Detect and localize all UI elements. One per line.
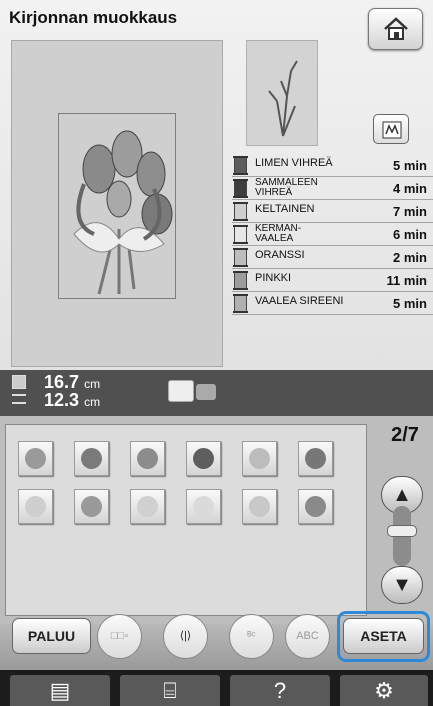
set-button[interactable]: ASETA: [343, 618, 424, 654]
thread-row: ORANSSI 2 min: [232, 246, 433, 269]
vase-pattern-icon: [305, 448, 326, 469]
pattern-cell[interactable]: [298, 441, 333, 476]
back-button[interactable]: PALUU: [12, 618, 91, 654]
pattern-cell[interactable]: [242, 441, 277, 476]
spool-icon: [233, 294, 248, 313]
spool-icon: [233, 225, 248, 244]
star-pattern-icon: [193, 496, 214, 517]
spool-icon: [233, 179, 248, 198]
bouquet-pattern-icon: [305, 496, 326, 517]
settings-icon: ⚙: [374, 678, 394, 703]
tulip-bouquet-design: [73, 130, 173, 295]
home-button[interactable]: [368, 8, 423, 50]
windmill-pattern-icon: [137, 448, 158, 469]
embroidery-canvas[interactable]: [11, 40, 223, 367]
pattern-cell[interactable]: [74, 441, 109, 476]
thread-row: KELTAINEN 7 min: [232, 200, 433, 223]
pattern-cell[interactable]: [18, 489, 53, 524]
home-icon: [384, 17, 408, 40]
arrow-up-icon: ▲: [392, 484, 412, 506]
page-tab[interactable]: ▤: [10, 675, 110, 706]
tulip-pattern-icon: [137, 496, 158, 517]
flower-sprig-pattern-icon: [249, 448, 270, 469]
design-thumbnail: [246, 40, 318, 146]
pattern-grid: [5, 424, 367, 616]
pattern-cell[interactable]: [74, 489, 109, 524]
pattern-cell[interactable]: [242, 489, 277, 524]
thread-row: LIMEN VIHREÄ 5 min: [232, 154, 433, 177]
pattern-cell[interactable]: [186, 489, 221, 524]
abc-button[interactable]: ABC: [285, 614, 330, 659]
fish-pattern-icon: [193, 448, 214, 469]
rose-pattern-icon: [249, 496, 270, 517]
lighthouse-pattern-icon: [81, 448, 102, 469]
page-icon: ▤: [49, 678, 71, 703]
sewing-tab[interactable]: ⌸: [120, 675, 220, 706]
arc-text-icon: ᴮᶜ: [247, 630, 256, 642]
sewing-icon: ⌸: [163, 678, 177, 703]
width-icon: [12, 394, 26, 404]
page-indicator: 2/7: [391, 424, 419, 446]
snowflake-pattern-icon: [25, 448, 46, 469]
thread-row: PINKKI 11 min: [232, 269, 433, 292]
scroll-down-button[interactable]: ▼: [381, 566, 423, 604]
pattern-cell[interactable]: [130, 441, 165, 476]
spool-icon: [233, 202, 248, 221]
arrow-down-icon: ▼: [392, 574, 412, 596]
thread-row: KERMAN- VAALEA 6 min: [232, 223, 433, 246]
hoop-frame: [58, 113, 176, 299]
size-info-bar: 16.7 cm 12.3 cm: [0, 370, 433, 416]
spool-icon: [233, 271, 248, 290]
settings-tab[interactable]: ⚙: [340, 675, 428, 706]
thumbnail-preview: [268, 60, 298, 137]
wreath-pattern-icon: [25, 496, 46, 517]
hoop-small-icon: [196, 384, 216, 400]
page-title: Kirjonnan muokkaus: [9, 8, 178, 27]
spool-icon: [233, 248, 248, 267]
pattern-cell[interactable]: [298, 489, 333, 524]
pattern-cell[interactable]: [18, 441, 53, 476]
help-tab[interactable]: ?: [230, 675, 330, 706]
thread-row: SAMMALEEN VIHREÄ 4 min: [232, 177, 433, 200]
flower-cluster-pattern-icon: [81, 496, 102, 517]
mirror-button[interactable]: ⟨|⟩: [163, 614, 208, 659]
magnify-view-icon: [382, 121, 402, 139]
width-value: 12.3 cm: [44, 390, 101, 410]
repeat-icon: □□▫: [110, 630, 129, 642]
thread-row: VAALEA SIREENI 5 min: [232, 292, 433, 315]
arc-text-button[interactable]: ᴮᶜ: [229, 614, 274, 659]
scroll-thumb[interactable]: [387, 525, 417, 537]
thread-color-list: LIMEN VIHREÄ 5 min SAMMALEEN VIHREÄ 4 min …: [232, 154, 433, 315]
spool-icon: [233, 156, 248, 175]
hoop-size-icon: [168, 380, 194, 402]
pattern-panel: [0, 416, 433, 624]
repeat-layout-button[interactable]: □□▫: [97, 614, 142, 659]
mirror-icon: ⟨|⟩: [179, 630, 192, 642]
pattern-cell[interactable]: [186, 441, 221, 476]
pattern-cell[interactable]: [130, 489, 165, 524]
height-icon: [12, 375, 26, 389]
thumbnail-view-button[interactable]: [373, 114, 409, 144]
